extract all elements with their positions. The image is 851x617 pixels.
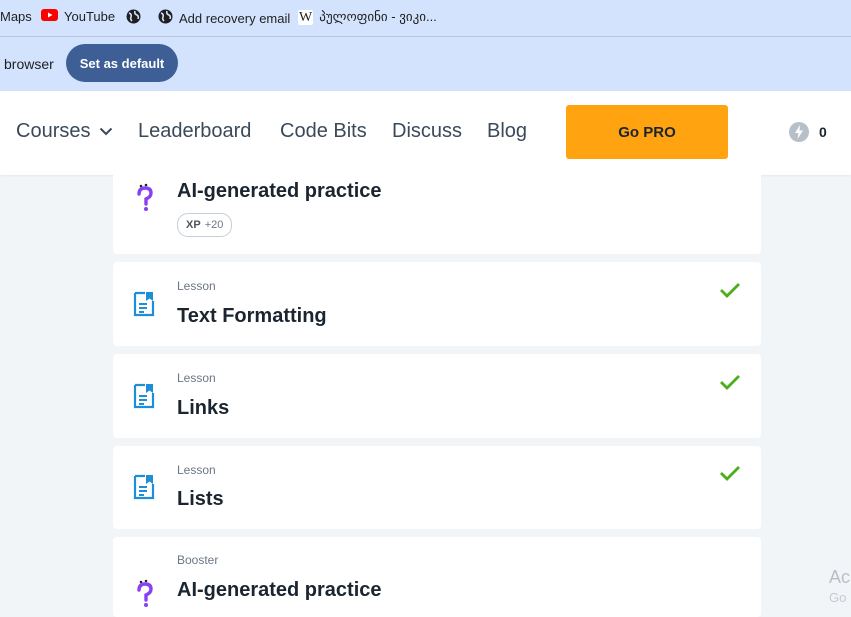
- site-nav: Courses Leaderboard Code Bits Discuss Bl…: [0, 91, 851, 175]
- card-lesson-lists[interactable]: Lesson Lists: [113, 446, 761, 529]
- bookmark-maps[interactable]: Maps: [0, 9, 32, 24]
- go-pro-button[interactable]: Go PRO: [566, 105, 728, 159]
- nav-courses-label: Courses: [16, 120, 91, 142]
- bookmarks-bar: Maps YouTube Add recovery email W პულოფი…: [0, 0, 851, 37]
- bookmark-maps-label: Maps: [0, 9, 32, 24]
- card-booster-ai-practice[interactable]: Booster AI-generated practice: [113, 537, 761, 617]
- bookmark-recovery[interactable]: Add recovery email: [158, 9, 290, 27]
- card-type-label: Lesson: [177, 463, 216, 477]
- check-icon: [719, 465, 741, 486]
- wikipedia-icon: W: [298, 9, 314, 25]
- card-type-label: Lesson: [177, 279, 216, 293]
- bolt-count: 0: [819, 124, 827, 140]
- xp-badge: XP +20: [177, 213, 233, 237]
- youtube-icon: [41, 9, 58, 24]
- lesson-document-icon: [133, 383, 155, 414]
- chevron-down-icon: [99, 127, 113, 136]
- bolt-icon[interactable]: [789, 122, 809, 147]
- bookmark-youtube-label: YouTube: [64, 9, 116, 24]
- xp-value: +20: [204, 219, 224, 231]
- globe-icon: [158, 9, 173, 27]
- booster-question-icon: [136, 183, 154, 218]
- card-title: Text Formatting: [177, 305, 327, 327]
- card-type-label: Booster: [177, 553, 219, 567]
- card-title: AI-generated practice: [177, 180, 382, 202]
- lesson-document-icon: [133, 291, 155, 322]
- default-browser-bar: browser Set as default: [0, 37, 851, 91]
- activate-watermark: Ac: [829, 567, 851, 587]
- globe-icon: [126, 9, 141, 27]
- card-type-label: Lesson: [177, 371, 216, 385]
- nav-courses[interactable]: Courses: [16, 120, 113, 143]
- xp-label: XP: [186, 219, 201, 231]
- nav-discuss[interactable]: Discuss: [392, 120, 462, 143]
- card-title: AI-generated practice: [177, 579, 382, 601]
- nav-leaderboard[interactable]: Leaderboard: [138, 120, 251, 143]
- nav-code-bits[interactable]: Code Bits: [280, 120, 367, 143]
- bookmark-youtube[interactable]: YouTube: [41, 9, 115, 24]
- card-lesson-text-formatting[interactable]: Lesson Text Formatting: [113, 262, 761, 346]
- lesson-document-icon: [133, 474, 155, 505]
- bookmark-recovery-label: Add recovery email: [179, 10, 291, 26]
- check-icon: [719, 282, 741, 303]
- card-title: Links: [177, 397, 230, 419]
- bookmark-wiki-label: პულოფინი - ვიკი...: [319, 9, 437, 24]
- default-browser-text: browser: [4, 56, 54, 72]
- nav-blog[interactable]: Blog: [487, 120, 527, 143]
- set-default-button[interactable]: Set as default: [66, 44, 178, 82]
- bookmark-globe[interactable]: [126, 9, 147, 27]
- card-lesson-links[interactable]: Lesson Links: [113, 354, 761, 438]
- check-icon: [719, 374, 741, 395]
- card-ai-practice[interactable]: AI-generated practice XP +20: [113, 175, 761, 254]
- card-title: Lists: [177, 488, 224, 510]
- booster-question-icon: [136, 579, 154, 614]
- bookmark-wiki[interactable]: W პულოფინი - ვიკი...: [298, 9, 437, 25]
